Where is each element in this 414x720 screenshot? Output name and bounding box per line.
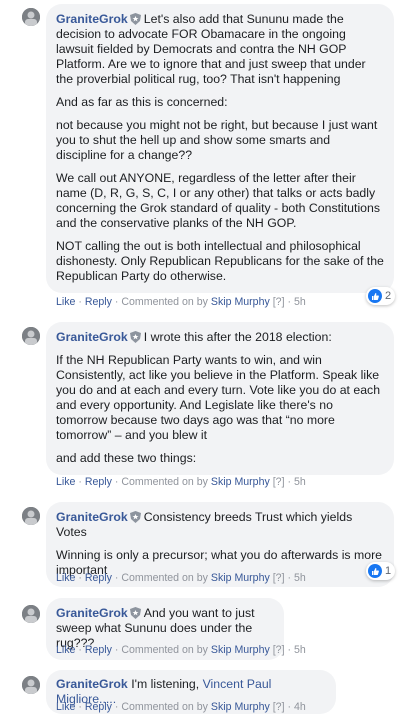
comment-text: and add these two things: [56, 451, 197, 465]
moderator-link[interactable]: Skip Murphy [211, 644, 270, 656]
comment-author[interactable]: GraniteGrok [56, 510, 128, 524]
avatar-icon [22, 327, 40, 345]
comment-author[interactable]: GraniteGrok [56, 677, 128, 691]
comment-actions: Like · Reply · Commented on by Skip Murp… [56, 644, 306, 656]
avatar[interactable] [22, 507, 40, 525]
reply-link[interactable]: Reply [85, 296, 112, 308]
help-badge[interactable]: [?] [273, 701, 285, 713]
reaction-count-value: 1 [385, 565, 392, 577]
like-reaction-icon [368, 289, 382, 303]
avatar[interactable] [22, 327, 40, 345]
avatar-icon [22, 605, 40, 623]
reaction-count-value: 2 [385, 290, 392, 302]
help-badge[interactable]: [?] [273, 296, 285, 308]
avatar[interactable] [22, 676, 40, 694]
reply-link[interactable]: Reply [85, 572, 112, 584]
shield-icon [129, 13, 141, 25]
commented-on-by-label: Commented on by [121, 572, 208, 584]
help-badge[interactable]: [?] [273, 572, 285, 584]
moderator-link[interactable]: Skip Murphy [211, 476, 270, 488]
timestamp[interactable]: 5h [294, 644, 306, 656]
help-badge[interactable]: [?] [273, 476, 285, 488]
like-link[interactable]: Like [56, 701, 75, 713]
like-link[interactable]: Like [56, 476, 75, 488]
comment-author[interactable]: GraniteGrok [56, 606, 128, 620]
commented-on-by-label: Commented on by [121, 296, 208, 308]
comment-text: I wrote this after the 2018 election: [143, 330, 332, 344]
comment-text: If the NH Republican Party wants to win,… [56, 353, 381, 442]
avatar[interactable] [22, 8, 40, 26]
commented-on-by-label: Commented on by [121, 476, 208, 488]
timestamp[interactable]: 5h [294, 476, 306, 488]
timestamp[interactable]: 4h [294, 701, 306, 713]
comment-actions: Like · Reply · Commented on by Skip Murp… [56, 296, 306, 308]
avatar-icon [22, 676, 40, 694]
moderator-link[interactable]: Skip Murphy [211, 701, 270, 713]
reply-link[interactable]: Reply [85, 476, 112, 488]
avatar-icon [22, 8, 40, 26]
comment-bubble: GraniteGrok I wrote this after the 2018 e… [46, 322, 394, 475]
like-reaction-icon [368, 564, 382, 578]
comment-actions: Like · Reply · Commented on by Skip Murp… [56, 572, 306, 584]
reaction-count[interactable]: 1 [366, 562, 396, 580]
comment-text: not because you might not be right, but … [56, 118, 378, 162]
shield-icon [129, 331, 141, 343]
comment-text: We call out ANYONE, regardless of the le… [56, 171, 381, 230]
moderator-link[interactable]: Skip Murphy [211, 572, 270, 584]
timestamp[interactable]: 5h [294, 296, 306, 308]
timestamp[interactable]: 5h [294, 572, 306, 584]
commented-on-by-label: Commented on by [121, 644, 208, 656]
shield-icon [129, 511, 141, 523]
reaction-count[interactable]: 2 [366, 287, 396, 305]
like-link[interactable]: Like [56, 572, 75, 584]
avatar[interactable] [22, 605, 40, 623]
like-link[interactable]: Like [56, 644, 75, 656]
moderator-link[interactable]: Skip Murphy [211, 296, 270, 308]
comment-author[interactable]: GraniteGrok [56, 330, 128, 344]
comment-bubble: GraniteGrok Let's also add that Sununu ma… [46, 4, 394, 293]
comment-text: NOT calling the out is both intellectual… [56, 239, 384, 283]
comment-text: And as far as this is concerned: [56, 95, 228, 109]
help-badge[interactable]: [?] [273, 644, 285, 656]
reply-link[interactable]: Reply [85, 644, 112, 656]
comment-actions: Like · Reply · Commented on by Skip Murp… [56, 476, 306, 488]
comment-author[interactable]: GraniteGrok [56, 12, 128, 26]
reply-link[interactable]: Reply [85, 701, 112, 713]
shield-icon [129, 607, 141, 619]
comment-actions: Like · Reply · Commented on by Skip Murp… [56, 701, 306, 713]
avatar-icon [22, 507, 40, 525]
comment-text: I'm listening, [131, 677, 200, 691]
commented-on-by-label: Commented on by [121, 701, 208, 713]
like-link[interactable]: Like [56, 296, 75, 308]
